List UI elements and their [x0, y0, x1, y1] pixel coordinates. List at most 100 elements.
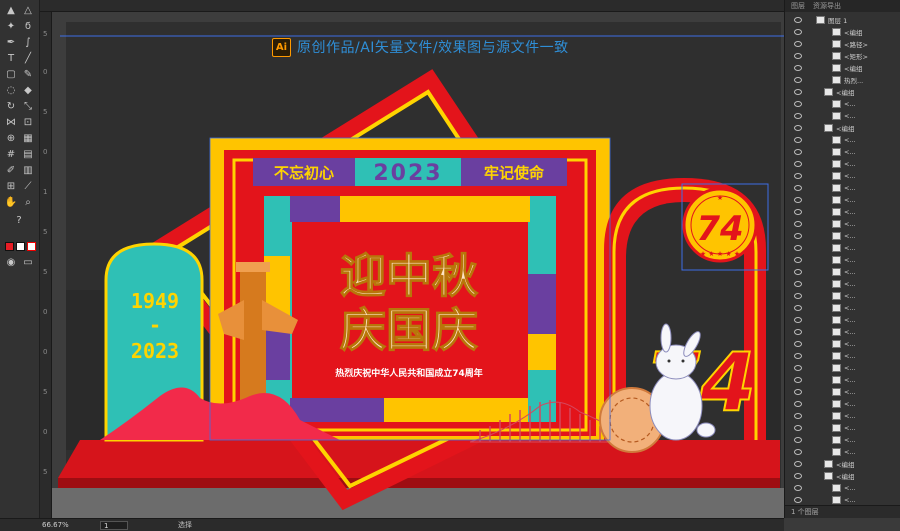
- selection-tool-icon[interactable]: ▲: [4, 4, 18, 18]
- line-tool-icon[interactable]: ╱: [21, 52, 35, 66]
- visibility-eye-icon[interactable]: [794, 293, 802, 299]
- visibility-eye-icon[interactable]: [794, 53, 802, 59]
- layer-row[interactable]: <矩形>: [785, 50, 900, 62]
- layer-row[interactable]: <编组: [785, 458, 900, 470]
- visibility-eye-icon[interactable]: [794, 485, 802, 491]
- layer-row[interactable]: 热烈...: [785, 74, 900, 86]
- visibility-eye-icon[interactable]: [794, 125, 802, 131]
- visibility-eye-icon[interactable]: [794, 269, 802, 275]
- width-tool-icon[interactable]: ⋈: [4, 116, 18, 130]
- pen-tool-icon[interactable]: ✒: [4, 36, 18, 50]
- visibility-eye-icon[interactable]: [794, 341, 802, 347]
- visibility-eye-icon[interactable]: [794, 149, 802, 155]
- eraser-tool-icon[interactable]: ◆: [21, 84, 35, 98]
- visibility-eye-icon[interactable]: [794, 89, 802, 95]
- layer-row[interactable]: <路径>: [785, 38, 900, 50]
- layer-row[interactable]: <...: [785, 278, 900, 290]
- visibility-eye-icon[interactable]: [794, 353, 802, 359]
- visibility-eye-icon[interactable]: [794, 365, 802, 371]
- artwork[interactable]: 不忘初心 2023 牢记使命 迎中秋 庆国庆 热烈庆祝中华人民共和国成立74周年…: [52, 12, 784, 518]
- layer-row[interactable]: <...: [785, 98, 900, 110]
- layer-row[interactable]: <编组: [785, 62, 900, 74]
- magic-wand-icon[interactable]: ✦: [4, 20, 18, 34]
- visibility-eye-icon[interactable]: [794, 425, 802, 431]
- layer-row[interactable]: <...: [785, 314, 900, 326]
- visibility-eye-icon[interactable]: [794, 161, 802, 167]
- visibility-eye-icon[interactable]: [794, 65, 802, 71]
- screen-mode-icon[interactable]: ▭: [21, 256, 35, 270]
- visibility-eye-icon[interactable]: [794, 449, 802, 455]
- layer-row[interactable]: <...: [785, 218, 900, 230]
- visibility-eye-icon[interactable]: [794, 461, 802, 467]
- layer-row[interactable]: <...: [785, 194, 900, 206]
- layer-row[interactable]: <...: [785, 242, 900, 254]
- visibility-eye-icon[interactable]: [794, 185, 802, 191]
- zoom-tool-icon[interactable]: ⌕: [21, 196, 35, 210]
- shape-builder-icon[interactable]: ⊕: [4, 132, 18, 146]
- lasso-tool-icon[interactable]: ϭ: [21, 20, 35, 34]
- layer-row[interactable]: <...: [785, 422, 900, 434]
- rotate-tool-icon[interactable]: ↻: [4, 100, 18, 114]
- visibility-eye-icon[interactable]: [794, 137, 802, 143]
- visibility-eye-icon[interactable]: [794, 401, 802, 407]
- stroke-color-swatch[interactable]: [16, 242, 25, 251]
- layer-row[interactable]: <...: [785, 302, 900, 314]
- layer-row[interactable]: <...: [785, 326, 900, 338]
- slice-tool-icon[interactable]: ⟋: [21, 180, 35, 194]
- artboard-tool-icon[interactable]: ⊞: [4, 180, 18, 194]
- layer-row[interactable]: <...: [785, 350, 900, 362]
- visibility-eye-icon[interactable]: [794, 377, 802, 383]
- layer-row[interactable]: <...: [785, 386, 900, 398]
- graph-tool-icon[interactable]: ▥: [21, 164, 35, 178]
- none-swatch[interactable]: [27, 242, 36, 251]
- curvature-tool-icon[interactable]: ∫: [21, 36, 35, 50]
- visibility-eye-icon[interactable]: [794, 41, 802, 47]
- layer-row[interactable]: <编组: [785, 86, 900, 98]
- page-number-field[interactable]: 1: [100, 520, 128, 530]
- visibility-eye-icon[interactable]: [794, 101, 802, 107]
- visibility-eye-icon[interactable]: [794, 173, 802, 179]
- layer-row[interactable]: <编组: [785, 122, 900, 134]
- layer-row[interactable]: <编组: [785, 470, 900, 482]
- layer-row[interactable]: <...: [785, 146, 900, 158]
- layer-row[interactable]: <...: [785, 182, 900, 194]
- visibility-eye-icon[interactable]: [794, 317, 802, 323]
- visibility-eye-icon[interactable]: [794, 281, 802, 287]
- help-icon[interactable]: ?: [12, 214, 26, 228]
- draw-mode-icon[interactable]: ◉: [4, 256, 18, 270]
- gradient-tool-icon[interactable]: ▤: [21, 148, 35, 162]
- layer-row[interactable]: <...: [785, 362, 900, 374]
- free-transform-icon[interactable]: ⊡: [21, 116, 35, 130]
- layer-row[interactable]: <...: [785, 254, 900, 266]
- visibility-eye-icon[interactable]: [794, 473, 802, 479]
- layer-row[interactable]: 图层 1: [785, 14, 900, 26]
- direct-selection-tool-icon[interactable]: △: [21, 4, 35, 18]
- zoom-level[interactable]: 66.67%: [42, 521, 70, 529]
- eyedropper-tool-icon[interactable]: ✐: [4, 164, 18, 178]
- shaper-tool-icon[interactable]: ◌: [4, 84, 18, 98]
- layer-row[interactable]: <编组: [785, 26, 900, 38]
- fill-color-swatch[interactable]: [5, 242, 14, 251]
- mesh-tool-icon[interactable]: #: [4, 148, 18, 162]
- visibility-eye-icon[interactable]: [794, 497, 802, 503]
- visibility-eye-icon[interactable]: [794, 221, 802, 227]
- layer-row[interactable]: <...: [785, 266, 900, 278]
- layer-row[interactable]: <...: [785, 374, 900, 386]
- paintbrush-tool-icon[interactable]: ✎: [21, 68, 35, 82]
- hand-tool-icon[interactable]: ✋: [4, 196, 18, 210]
- visibility-eye-icon[interactable]: [794, 29, 802, 35]
- visibility-eye-icon[interactable]: [794, 17, 802, 23]
- layer-row[interactable]: <...: [785, 410, 900, 422]
- layer-row[interactable]: <...: [785, 434, 900, 446]
- tab-layers[interactable]: 图层: [791, 0, 805, 12]
- visibility-eye-icon[interactable]: [794, 257, 802, 263]
- scale-tool-icon[interactable]: ⤡: [21, 100, 35, 114]
- type-tool-icon[interactable]: T: [4, 52, 18, 66]
- layer-row[interactable]: <...: [785, 134, 900, 146]
- visibility-eye-icon[interactable]: [794, 389, 802, 395]
- visibility-eye-icon[interactable]: [794, 197, 802, 203]
- layer-row[interactable]: <...: [785, 158, 900, 170]
- visibility-eye-icon[interactable]: [794, 413, 802, 419]
- visibility-eye-icon[interactable]: [794, 113, 802, 119]
- document-canvas[interactable]: 不忘初心 2023 牢记使命 迎中秋 庆国庆 热烈庆祝中华人民共和国成立74周年…: [52, 12, 784, 518]
